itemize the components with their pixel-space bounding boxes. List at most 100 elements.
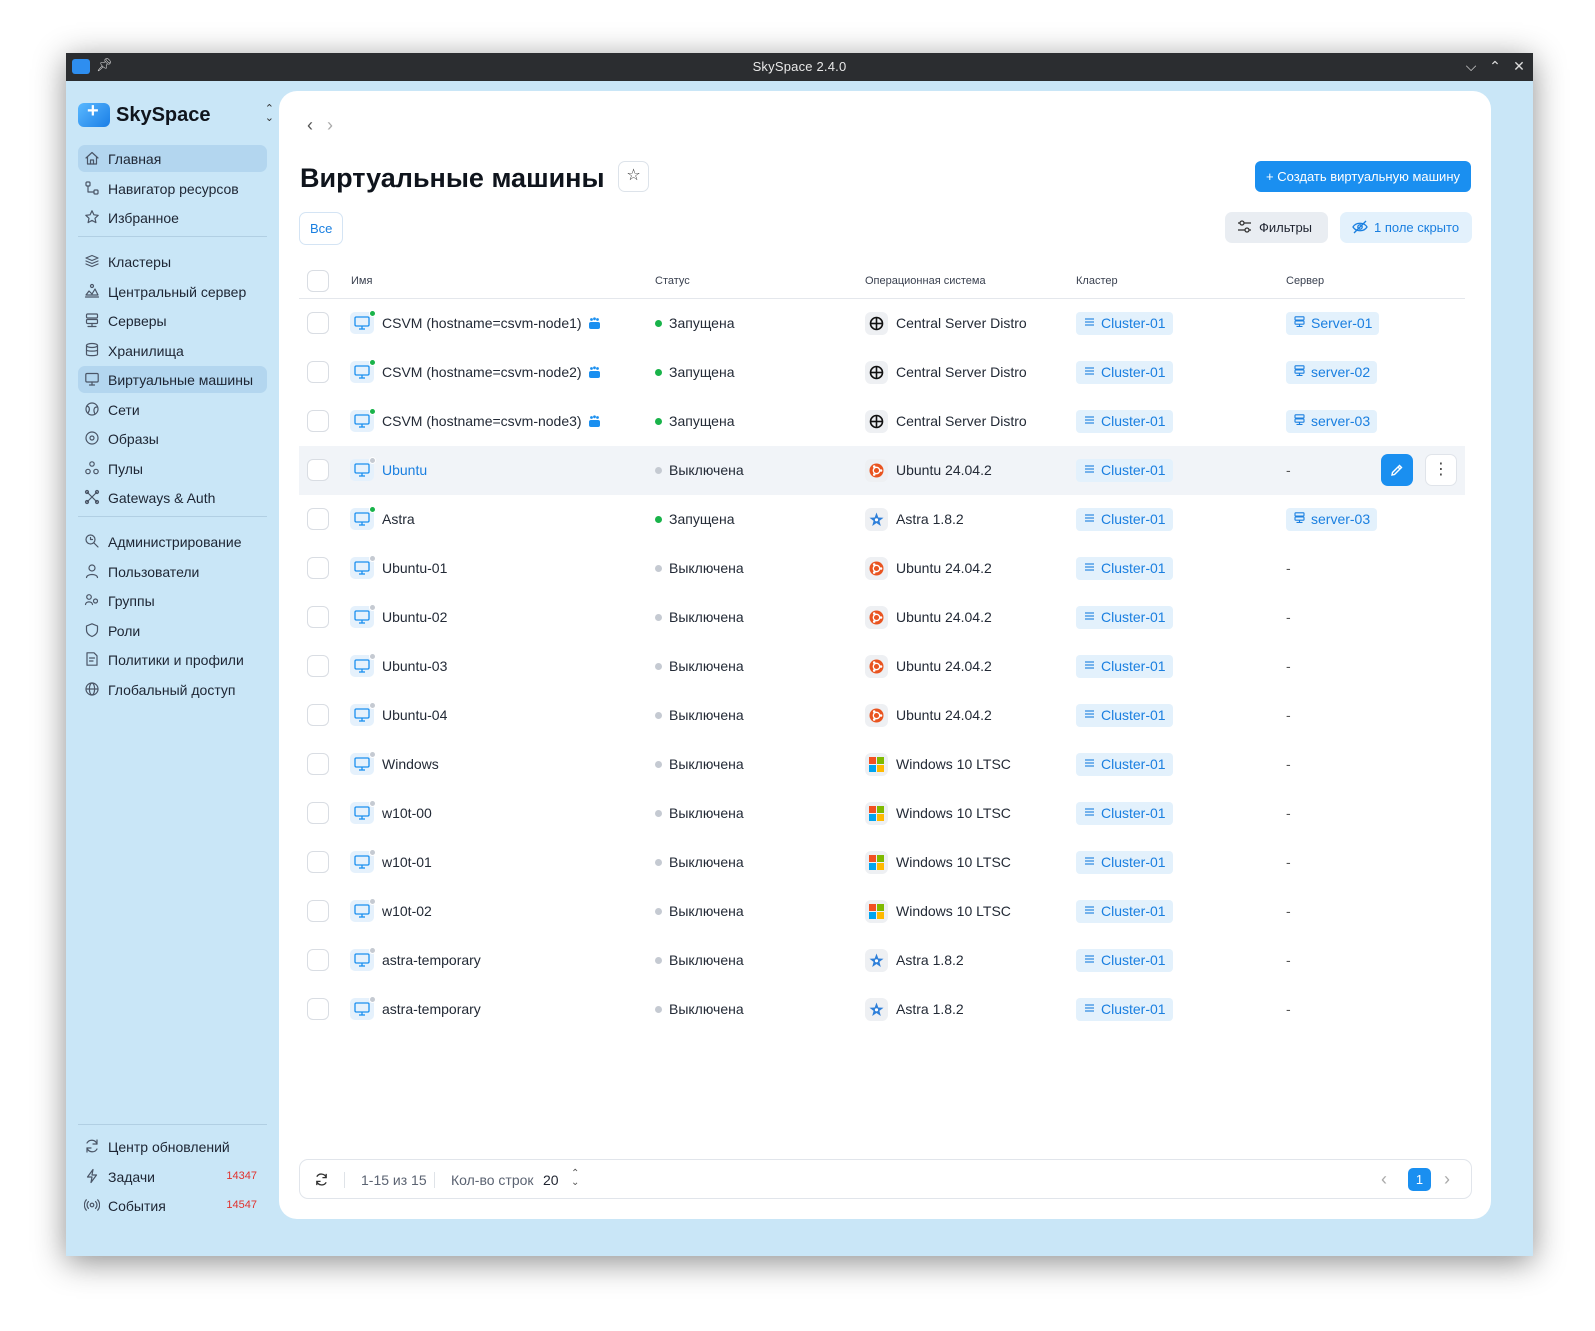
page-number-button[interactable]: 1: [1408, 1168, 1431, 1191]
cluster-chip[interactable]: Cluster-01: [1076, 704, 1173, 727]
row-checkbox[interactable]: [307, 753, 329, 775]
close-icon[interactable]: ✕: [1509, 55, 1529, 77]
vm-name[interactable]: astra-temporary: [382, 1001, 481, 1017]
cluster-chip[interactable]: Cluster-01: [1076, 557, 1173, 580]
row-checkbox[interactable]: [307, 459, 329, 481]
cluster-chip[interactable]: Cluster-01: [1076, 949, 1173, 972]
cluster-chip[interactable]: Cluster-01: [1076, 802, 1173, 825]
hidden-fields-button[interactable]: 1 поле скрыто: [1340, 212, 1472, 243]
edit-button[interactable]: [1381, 454, 1413, 486]
table-row[interactable]: Ubuntu-02 Выключена Ubuntu 24.04.2 Cluster-…: [299, 593, 1465, 642]
sidebar-item[interactable]: Кластеры: [78, 248, 267, 275]
table-row[interactable]: CSVM (hostname=csvm-node1) Запущена Centra…: [299, 299, 1465, 348]
sidebar-item[interactable]: Администрирование: [78, 528, 267, 555]
sidebar-item[interactable]: Роли: [78, 617, 267, 644]
sidebar-item[interactable]: Группы: [78, 587, 267, 614]
cluster-chip[interactable]: Cluster-01: [1076, 459, 1173, 482]
favorite-button[interactable]: ☆: [618, 161, 649, 192]
table-row[interactable]: Astra Запущена Astra 1.8.2 Cluster-01 server…: [299, 495, 1465, 544]
prev-page-icon[interactable]: ‹: [1381, 1169, 1387, 1190]
sidebar-item[interactable]: Пулы: [78, 455, 267, 482]
table-row[interactable]: w10t-00 Выключена Windows 10 LTSC Cluster-0…: [299, 789, 1465, 838]
row-checkbox[interactable]: [307, 361, 329, 383]
minimize-icon[interactable]: ⌵: [1461, 55, 1481, 77]
vm-name[interactable]: Ubuntu-03: [382, 658, 447, 674]
rows-per-page-select[interactable]: 20: [543, 1172, 559, 1188]
column-header-status[interactable]: Статус: [655, 275, 690, 287]
filters-button[interactable]: Фильтры: [1225, 212, 1328, 243]
cluster-chip[interactable]: Cluster-01: [1076, 900, 1173, 923]
sidebar-item[interactable]: Серверы: [78, 307, 267, 334]
table-row[interactable]: astra-temporary Выключена Astra 1.8.2 Clust…: [299, 936, 1465, 985]
cluster-chip[interactable]: Cluster-01: [1076, 361, 1173, 384]
row-checkbox[interactable]: [307, 606, 329, 628]
cluster-chip[interactable]: Cluster-01: [1076, 851, 1173, 874]
vm-name[interactable]: Windows: [382, 756, 439, 772]
column-header-os[interactable]: Операционная система: [865, 275, 986, 287]
table-row[interactable]: astra-temporary Выключена Astra 1.8.2 Clust…: [299, 985, 1465, 1034]
row-checkbox[interactable]: [307, 704, 329, 726]
server-chip[interactable]: Server-01: [1286, 312, 1380, 335]
maximize-icon[interactable]: ⌃: [1485, 55, 1505, 77]
sidebar-item[interactable]: Глобальный доступ: [78, 676, 267, 703]
row-checkbox[interactable]: [307, 802, 329, 824]
cluster-chip[interactable]: Cluster-01: [1076, 655, 1173, 678]
refresh-icon[interactable]: [314, 1172, 329, 1187]
cluster-chip[interactable]: Cluster-01: [1076, 998, 1173, 1021]
vm-name[interactable]: Ubuntu-04: [382, 707, 447, 723]
vm-name[interactable]: astra-temporary: [382, 952, 481, 968]
vm-name[interactable]: CSVM (hostname=csvm-node3): [382, 413, 601, 431]
sidebar-item[interactable]: События 14547: [78, 1192, 267, 1219]
back-icon[interactable]: ‹: [307, 115, 327, 135]
vm-name[interactable]: CSVM (hostname=csvm-node1): [382, 315, 601, 333]
row-checkbox[interactable]: [307, 410, 329, 432]
select-all-checkbox[interactable]: [307, 270, 329, 292]
row-checkbox[interactable]: [307, 655, 329, 677]
table-row[interactable]: Ubuntu-03 Выключена Ubuntu 24.04.2 Cluster-…: [299, 642, 1465, 691]
sidebar-item[interactable]: Хранилища: [78, 337, 267, 364]
row-checkbox[interactable]: [307, 949, 329, 971]
chevron-updown-icon[interactable]: ⌃ ⌄: [571, 1169, 579, 1188]
filter-all-button[interactable]: Все: [299, 212, 344, 245]
row-checkbox[interactable]: [307, 900, 329, 922]
cluster-chip[interactable]: Cluster-01: [1076, 606, 1173, 629]
row-checkbox[interactable]: [307, 508, 329, 530]
vm-name[interactable]: w10t-02: [382, 903, 432, 919]
vm-name[interactable]: Astra: [382, 511, 415, 527]
vm-name[interactable]: Ubuntu-01: [382, 560, 447, 576]
chevron-updown-icon[interactable]: ⌃ ⌄: [265, 104, 274, 124]
sidebar-item[interactable]: Gateways & Auth: [78, 484, 267, 511]
table-row[interactable]: CSVM (hostname=csvm-node3) Запущена Centra…: [299, 397, 1465, 446]
row-checkbox[interactable]: [307, 557, 329, 579]
column-header-cluster[interactable]: Кластер: [1076, 275, 1118, 287]
sidebar-item[interactable]: Навигатор ресурсов: [78, 175, 267, 202]
column-header-server[interactable]: Сервер: [1286, 275, 1324, 287]
server-chip[interactable]: server-03: [1286, 508, 1378, 531]
vm-name[interactable]: Ubuntu: [382, 462, 427, 478]
sidebar-item[interactable]: Политики и профили: [78, 646, 267, 673]
cluster-chip[interactable]: Cluster-01: [1076, 410, 1173, 433]
sidebar-item[interactable]: Избранное: [78, 204, 267, 231]
row-checkbox[interactable]: [307, 312, 329, 334]
table-row[interactable]: Ubuntu-01 Выключена Ubuntu 24.04.2 Cluster-…: [299, 544, 1465, 593]
sidebar-item[interactable]: Центр обновлений: [78, 1133, 267, 1160]
vm-name[interactable]: w10t-01: [382, 854, 432, 870]
sidebar-item[interactable]: Центральный сервер: [78, 278, 267, 305]
sidebar-item[interactable]: Главная: [78, 145, 267, 172]
column-header-name[interactable]: Имя: [351, 275, 372, 287]
server-chip[interactable]: server-03: [1286, 410, 1378, 433]
table-row[interactable]: Windows Выключена Windows 10 LTSC Cluster-0…: [299, 740, 1465, 789]
table-row[interactable]: w10t-01 Выключена Windows 10 LTSC Cluster-0…: [299, 838, 1465, 887]
forward-icon[interactable]: ›: [327, 115, 347, 135]
row-checkbox[interactable]: [307, 851, 329, 873]
sidebar-item[interactable]: Сети: [78, 396, 267, 423]
sidebar-item[interactable]: Пользователи: [78, 558, 267, 585]
vm-name[interactable]: Ubuntu-02: [382, 609, 447, 625]
table-row[interactable]: Ubuntu-04 Выключена Ubuntu 24.04.2 Cluster-…: [299, 691, 1465, 740]
sidebar-item[interactable]: Образы: [78, 425, 267, 452]
vm-name[interactable]: CSVM (hostname=csvm-node2): [382, 364, 601, 382]
next-page-icon[interactable]: ›: [1444, 1169, 1450, 1190]
sidebar-item[interactable]: Задачи 14347: [78, 1163, 267, 1190]
row-checkbox[interactable]: [307, 998, 329, 1020]
table-row[interactable]: w10t-02 Выключена Windows 10 LTSC Cluster-0…: [299, 887, 1465, 936]
